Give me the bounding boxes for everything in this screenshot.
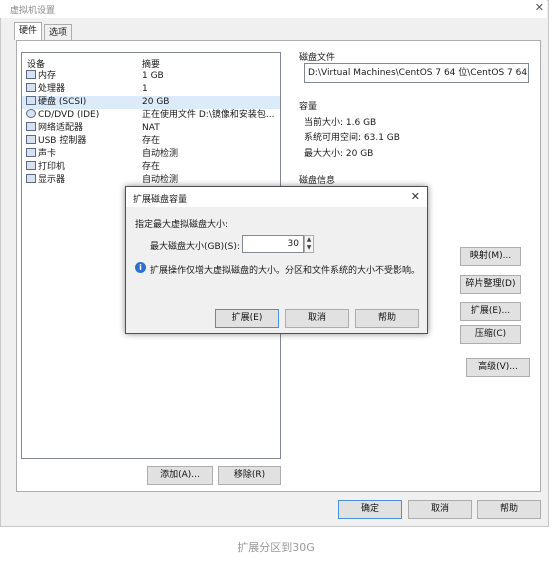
disk-info-label: 磁盘信息 <box>299 176 336 186</box>
device-name: 硬盘 (SCSI) <box>38 97 87 107</box>
memory-icon <box>26 70 36 79</box>
help-button[interactable]: 帮助 <box>477 500 541 519</box>
size-spinner[interactable]: ▲ ▼ <box>304 235 314 253</box>
size-input[interactable]: 30 <box>242 235 304 253</box>
tab-hardware[interactable]: 硬件 <box>14 22 43 40</box>
expand-button[interactable]: 扩展(E)... <box>460 302 521 321</box>
device-name: 处理器 <box>38 84 66 94</box>
device-summary: 自动检测 <box>142 149 179 159</box>
dialog-help-button[interactable]: 帮助 <box>355 309 419 328</box>
usb-icon <box>26 135 36 144</box>
cancel-button[interactable]: 取消 <box>408 500 472 519</box>
disk-file-label: 磁盘文件 <box>299 53 336 63</box>
device-row-cdrom[interactable]: CD/DVD (IDE) <box>26 109 99 122</box>
window-close-icon[interactable]: ✕ <box>535 1 544 14</box>
device-summary: 1 <box>142 84 148 94</box>
device-summary: 存在 <box>142 136 161 146</box>
advanced-button[interactable]: 高级(V)... <box>466 358 530 377</box>
network-icon <box>26 122 36 131</box>
device-summary: 正在使用文件 D:\镜像和安装包... <box>142 110 275 120</box>
disk-file-path[interactable]: D:\Virtual Machines\CentOS 7 64 位\CentOS… <box>304 63 529 83</box>
device-summary: 存在 <box>142 162 161 172</box>
printer-icon <box>26 161 36 170</box>
device-column-header[interactable]: 设备 <box>27 57 45 70</box>
device-row-harddisk[interactable]: 硬盘 (SCSI) <box>26 96 86 109</box>
device-summary: 1 GB <box>142 71 164 81</box>
summary-column-header[interactable]: 摘要 <box>142 57 160 70</box>
device-row-sound[interactable]: 声卡 <box>26 148 56 161</box>
sound-icon <box>26 148 36 157</box>
add-device-button[interactable]: 添加(A)... <box>147 466 213 485</box>
expand-disk-dialog: 扩展磁盘容量 ✕ 指定最大虚拟磁盘大小: 最大磁盘大小(GB)(S): 30 ▲… <box>125 186 428 334</box>
cpu-icon <box>26 83 36 92</box>
dialog-info-text: 扩展操作仅增大虚拟磁盘的大小。分区和文件系统的大小不受影响。 <box>150 266 421 276</box>
free-space-text: 系统可用空间: 63.1 GB <box>304 133 400 143</box>
dialog-cancel-button[interactable]: 取消 <box>285 309 349 328</box>
remove-device-button[interactable]: 移除(R) <box>218 466 281 485</box>
device-name: USB 控制器 <box>38 136 87 146</box>
device-name: 打印机 <box>38 162 66 172</box>
device-row-memory[interactable]: 内存 <box>26 70 56 83</box>
device-name: 内存 <box>38 71 57 81</box>
device-name: 网络适配器 <box>38 123 84 133</box>
compact-button[interactable]: 压缩(C) <box>460 325 521 344</box>
info-icon: i <box>135 262 146 273</box>
device-summary: 20 GB <box>142 97 170 107</box>
device-name: 显示器 <box>38 175 66 185</box>
title-bar <box>0 0 547 18</box>
dialog-close-icon[interactable]: ✕ <box>411 190 420 203</box>
max-size-text: 最大大小: 20 GB <box>304 149 374 159</box>
device-row-cpu[interactable]: 处理器 <box>26 83 65 96</box>
device-row-printer[interactable]: 打印机 <box>26 161 65 174</box>
image-caption: 扩展分区到30G <box>237 541 315 554</box>
ok-button[interactable]: 确定 <box>338 500 402 519</box>
harddisk-icon <box>26 96 36 105</box>
capacity-label: 容量 <box>299 102 318 112</box>
cdrom-icon <box>26 109 36 118</box>
defrag-button[interactable]: 碎片整理(D) <box>460 275 521 294</box>
window-title: 虚拟机设置 <box>10 6 56 16</box>
dialog-expand-button[interactable]: 扩展(E) <box>215 309 279 328</box>
device-name: 声卡 <box>38 149 57 159</box>
dialog-title: 扩展磁盘容量 <box>133 195 188 205</box>
device-row-network[interactable]: 网络适配器 <box>26 122 83 135</box>
device-row-display[interactable]: 显示器 <box>26 174 65 187</box>
dialog-prompt: 指定最大虚拟磁盘大小: <box>135 220 229 230</box>
device-name: CD/DVD (IDE) <box>38 110 100 120</box>
device-summary: NAT <box>142 123 160 133</box>
current-size-text: 当前大小: 1.6 GB <box>304 118 377 128</box>
map-button[interactable]: 映射(M)... <box>460 247 521 266</box>
size-label: 最大磁盘大小(GB)(S): <box>150 242 240 252</box>
device-row-usb[interactable]: USB 控制器 <box>26 135 86 148</box>
tab-options[interactable]: 选项 <box>44 24 73 40</box>
display-icon <box>26 174 36 183</box>
